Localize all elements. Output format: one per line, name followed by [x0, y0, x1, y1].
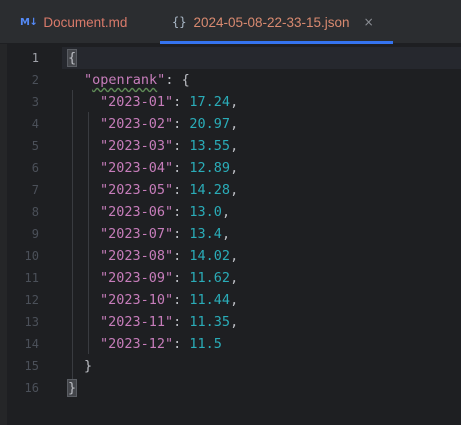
close-brace: } — [66, 379, 78, 397]
close-brace: } — [84, 358, 93, 374]
comma: , — [230, 160, 239, 176]
current-line-highlight — [62, 47, 461, 69]
code-line[interactable]: "2023-08": 14.02, — [100, 245, 238, 267]
json-value: 11.62 — [189, 270, 231, 286]
code-line[interactable]: { — [66, 47, 78, 69]
code-line[interactable]: "2023-07": 13.4, — [100, 223, 230, 245]
line-number: 1 — [31, 51, 39, 65]
line-number: 10 — [24, 249, 39, 263]
json-value: 14.02 — [189, 248, 231, 264]
code-line[interactable]: "2023-12": 11.5 — [100, 333, 222, 355]
json-key: "2023-01" — [100, 94, 174, 110]
code-line[interactable]: } — [66, 377, 78, 399]
tab-document-md[interactable]: M↓ Document.md — [0, 0, 148, 44]
code-line[interactable]: "2023-05": 14.28, — [100, 179, 238, 201]
line-number: 6 — [31, 161, 39, 175]
json-key: "2023-06" — [100, 204, 174, 220]
line-number: 4 — [31, 117, 39, 131]
json-key: "2023-12" — [100, 336, 174, 352]
comma: , — [230, 270, 239, 286]
json-key: "2023-05" — [100, 182, 174, 198]
line-number: 5 — [31, 139, 39, 153]
comma: , — [221, 204, 231, 220]
json-value: 11.35 — [189, 314, 231, 330]
tab-bar: M↓ Document.md {} 2024-05-08-22-33-15.js… — [0, 0, 461, 44]
json-value: 12.89 — [189, 160, 231, 176]
line-number: 2 — [31, 73, 39, 87]
open-brace: { — [181, 72, 190, 88]
json-key: "2023-10" — [100, 292, 174, 308]
json-value: 13.0 — [189, 204, 222, 220]
code-line[interactable]: "2023-10": 11.44, — [100, 289, 238, 311]
json-key: "openrank" — [84, 72, 166, 88]
separator: : — [173, 138, 190, 154]
indent-guide — [88, 112, 89, 354]
json-key: "2023-11" — [100, 314, 174, 330]
line-number: 15 — [24, 359, 39, 373]
close-icon[interactable]: × — [364, 15, 374, 29]
comma: , — [221, 226, 231, 242]
gutter-rail — [0, 44, 7, 425]
line-number: 13 — [24, 315, 39, 329]
code-line[interactable]: "2023-06": 13.0, — [100, 201, 230, 223]
comma: , — [230, 138, 239, 154]
code-line[interactable]: "2023-11": 11.35, — [100, 311, 238, 333]
line-number: 12 — [24, 293, 39, 307]
separator: : — [173, 270, 190, 286]
json-value: 11.44 — [189, 292, 231, 308]
separator: : — [173, 336, 190, 352]
code-line[interactable]: } — [84, 355, 92, 377]
separator: : — [173, 116, 190, 132]
tab-label: Document.md — [43, 14, 128, 30]
json-key: "2023-08" — [100, 248, 174, 264]
separator: : — [173, 292, 190, 308]
separator: : — [173, 248, 190, 264]
json-key: "2023-03" — [100, 138, 174, 154]
code-line[interactable]: "2023-04": 12.89, — [100, 157, 238, 179]
separator: : — [173, 182, 190, 198]
code-line[interactable]: "2023-01": 17.24, — [100, 91, 238, 113]
separator: : — [173, 204, 190, 220]
comma: , — [230, 248, 239, 264]
tab-label: 2024-05-08-22-33-15.json — [193, 14, 350, 30]
json-key: "2023-02" — [100, 116, 174, 132]
json-key: "2023-07" — [100, 226, 174, 242]
indent-guide — [72, 90, 73, 390]
code-line[interactable]: "openrank": { — [84, 69, 190, 91]
json-value: 13.55 — [189, 138, 231, 154]
comma: , — [230, 182, 239, 198]
tab-json-file[interactable]: {} 2024-05-08-22-33-15.json × — [160, 0, 393, 44]
code-line[interactable]: "2023-02": 20.97, — [100, 113, 238, 135]
comma: , — [230, 116, 239, 132]
json-value: 17.24 — [189, 94, 231, 110]
line-number: 9 — [31, 227, 39, 241]
json-file-icon: {} — [172, 15, 187, 29]
json-value: 11.5 — [189, 336, 222, 352]
comma: , — [230, 292, 239, 308]
line-number: 3 — [31, 95, 39, 109]
separator: : — [173, 160, 190, 176]
comma: , — [230, 314, 239, 330]
json-key: "2023-09" — [100, 270, 174, 286]
json-key: "2023-04" — [100, 160, 174, 176]
line-number: 8 — [31, 205, 39, 219]
separator: : — [173, 314, 190, 330]
line-number: 14 — [24, 337, 39, 351]
separator: : — [173, 94, 190, 110]
code-editor[interactable]: 1 2 3 4 5 6 7 8 9 10 11 12 13 14 15 16{"openrank": {"20… — [0, 44, 461, 425]
line-number: 16 — [24, 381, 39, 395]
separator: : — [173, 226, 190, 242]
separator: : — [165, 72, 182, 88]
json-value: 14.28 — [189, 182, 231, 198]
json-value: 13.4 — [189, 226, 222, 242]
code-line[interactable]: "2023-09": 11.62, — [100, 267, 238, 289]
editor-window: M↓ Document.md {} 2024-05-08-22-33-15.js… — [0, 0, 461, 425]
markdown-icon: M↓ — [20, 16, 38, 28]
json-value: 20.97 — [189, 116, 231, 132]
code-line[interactable]: "2023-03": 13.55, — [100, 135, 238, 157]
line-number: 11 — [24, 271, 39, 285]
comma: , — [230, 94, 239, 110]
line-number: 7 — [31, 183, 39, 197]
open-brace: { — [66, 49, 78, 67]
